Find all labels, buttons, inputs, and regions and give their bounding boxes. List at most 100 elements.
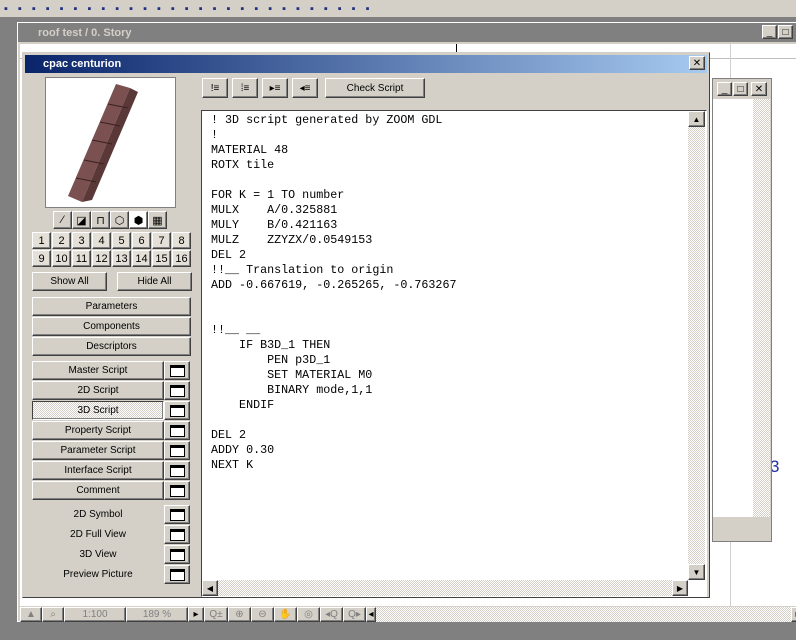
minimize-button[interactable]: _ <box>717 82 732 96</box>
layer-number-button[interactable]: 15 <box>152 250 171 267</box>
floor-plan-icon[interactable]: ⁄ <box>53 211 72 229</box>
layer-icon[interactable]: ▪ <box>240 3 244 15</box>
open-window-icon[interactable] <box>164 545 190 564</box>
open-window-icon[interactable] <box>164 441 190 460</box>
drag-icon[interactable]: ▪ <box>143 3 147 15</box>
layer-number-button[interactable]: 5 <box>112 232 131 249</box>
mirror-icon[interactable]: ▪ <box>199 3 203 15</box>
layer-number-button[interactable]: 12 <box>92 250 111 267</box>
horizontal-scrollbar[interactable]: ◀ ▶ <box>202 580 688 596</box>
layer-number-button[interactable]: 7 <box>152 232 171 249</box>
open-window-icon[interactable] <box>164 381 190 400</box>
script-editor[interactable]: ! 3D script generated by ZOOM GDL! MATERI… <box>201 110 707 597</box>
group-icon[interactable]: ▪ <box>101 3 105 15</box>
open-window-icon[interactable] <box>164 421 190 440</box>
vertical-scrollbar[interactable]: ▲ <box>688 111 705 580</box>
layer-number-button[interactable]: 1 <box>32 232 51 249</box>
zoom-out-icon[interactable]: ▪ <box>338 3 342 15</box>
trace-icon[interactable]: ▪ <box>227 3 231 15</box>
marker-icon[interactable]: ▪ <box>310 3 314 15</box>
hatch-icon[interactable]: ▪ <box>157 3 161 15</box>
film-icon[interactable]: ▦ <box>148 211 167 229</box>
align-left-icon[interactable]: ▪ <box>171 3 175 15</box>
minimize-button[interactable]: _ <box>762 25 777 39</box>
vertical-scrollbar[interactable] <box>753 99 770 517</box>
horizontal-scrollbar[interactable] <box>376 606 791 622</box>
layer-number-button[interactable]: 11 <box>72 250 91 267</box>
shaded-icon[interactable]: ⬢ <box>129 211 148 229</box>
script-button-master-script[interactable]: Master Script <box>32 361 164 380</box>
layer-number-button[interactable]: 10 <box>52 250 71 267</box>
zoom-toggle-icon[interactable]: Q± <box>204 606 228 622</box>
open-window-icon[interactable] <box>164 401 190 420</box>
cut-icon[interactable]: ▪ <box>32 3 36 15</box>
maximize-button[interactable]: □ <box>778 25 793 39</box>
pan-icon[interactable]: ✋ <box>274 606 297 622</box>
scroll-left-icon[interactable]: ◀ <box>202 580 218 596</box>
layer-number-button[interactable]: 6 <box>132 232 151 249</box>
check-script-button[interactable]: Check Script <box>325 78 425 98</box>
scroll-right-icon[interactable]: ▸ <box>791 606 796 622</box>
window2-icon[interactable]: ▪ <box>366 3 370 15</box>
elevation-view-icon[interactable]: ⊓ <box>91 211 110 229</box>
open-window-icon[interactable] <box>164 361 190 380</box>
script-button-parameter-script[interactable]: Parameter Script <box>32 441 164 460</box>
navigator-icon[interactable]: ▲ <box>20 606 42 622</box>
copy-icon[interactable]: ▪ <box>46 3 50 15</box>
open-window-icon[interactable] <box>164 481 190 500</box>
side-view-icon[interactable]: ◪ <box>72 211 91 229</box>
comment-lines-icon[interactable]: !≡ <box>202 78 228 98</box>
indent-icon[interactable]: ▸≡ <box>262 78 288 98</box>
redo-icon[interactable]: ▪ <box>18 3 22 15</box>
scroll-left-icon[interactable]: ◂ <box>366 606 376 622</box>
scroll-right-icon[interactable]: ▶ <box>672 580 688 596</box>
script-button-interface-script[interactable]: Interface Script <box>32 461 164 480</box>
dimension-icon[interactable]: ▪ <box>74 3 78 15</box>
close-button[interactable]: ✕ <box>751 82 767 96</box>
elevation-icon[interactable]: ▪ <box>129 3 133 15</box>
paste-icon[interactable]: ▪ <box>60 3 64 15</box>
layer-number-button[interactable]: 2 <box>52 232 71 249</box>
hide-all-button[interactable]: Hide All <box>117 272 192 291</box>
align-icon[interactable]: ▪ <box>115 3 119 15</box>
camera-icon[interactable]: ▪ <box>282 3 286 15</box>
close-button[interactable]: ✕ <box>689 56 705 70</box>
section-button-components[interactable]: Components <box>32 317 191 336</box>
wireframe-icon[interactable]: ⬡ <box>110 211 129 229</box>
next-zoom-icon[interactable]: Q▸ <box>343 606 366 622</box>
window-icon[interactable]: ▪ <box>352 3 356 15</box>
open-window-icon[interactable] <box>164 525 190 544</box>
zoom-window-icon[interactable]: ⌕ <box>42 606 64 622</box>
maximize-button[interactable]: □ <box>733 82 748 96</box>
open-window-icon[interactable] <box>164 565 190 584</box>
zoom-in-icon[interactable]: ⊕ <box>228 606 251 622</box>
section-button-descriptors[interactable]: Descriptors <box>32 337 191 356</box>
view-3d-icon[interactable]: ▪ <box>268 3 272 15</box>
fit-icon[interactable]: ◎ <box>297 606 320 622</box>
zoom-in-icon[interactable]: ▪ <box>324 3 328 15</box>
show-all-button[interactable]: Show All <box>32 272 107 291</box>
uncomment-lines-icon[interactable]: ⁞≡ <box>232 78 258 98</box>
script-button-property-script[interactable]: Property Script <box>32 421 164 440</box>
layer-number-button[interactable]: 13 <box>112 250 131 267</box>
layer-number-button[interactable]: 9 <box>32 250 51 267</box>
scroll-up-icon[interactable]: ▲ <box>688 111 705 127</box>
section-button-parameters[interactable]: Parameters <box>32 297 191 316</box>
outdent-icon[interactable]: ◂≡ <box>292 78 318 98</box>
layer-number-button[interactable]: 4 <box>92 232 111 249</box>
open-window-icon[interactable] <box>164 461 190 480</box>
open-window-icon[interactable] <box>164 505 190 524</box>
find-icon[interactable]: ▪ <box>87 3 91 15</box>
zoom-field[interactable]: 189 % <box>126 606 188 622</box>
layer-number-button[interactable]: 16 <box>172 250 191 267</box>
scroll-down-icon[interactable]: ▼ <box>688 564 705 580</box>
script-button-comment[interactable]: Comment <box>32 481 164 500</box>
script-button-3d-script[interactable]: 3D Script <box>32 401 164 420</box>
zoom-out-icon[interactable]: ⊖ <box>251 606 274 622</box>
layer2-icon[interactable]: ▪ <box>254 3 258 15</box>
arrow-icon[interactable]: ▸ <box>188 606 204 622</box>
align-center-icon[interactable]: ▪ <box>185 3 189 15</box>
script-button-2d-script[interactable]: 2D Script <box>32 381 164 400</box>
rotate-icon[interactable]: ▪ <box>213 3 217 15</box>
scale-field[interactable]: 1:100 <box>64 606 126 622</box>
